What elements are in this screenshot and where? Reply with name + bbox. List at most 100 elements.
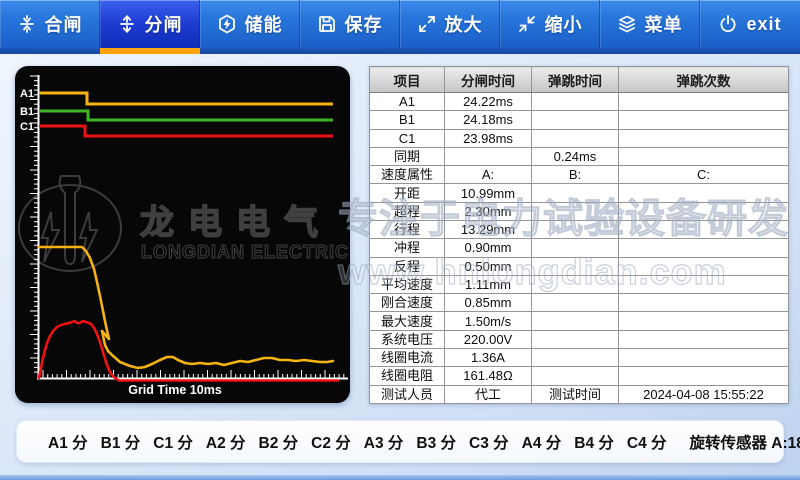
status-item: C3 分 — [469, 431, 509, 453]
table-row: 反程0.50mm — [370, 257, 789, 275]
row-value — [619, 312, 789, 330]
column-header: 弹跳时间 — [532, 67, 619, 93]
table-row: A124.22ms — [370, 93, 789, 111]
tab-close[interactable]: 合闸 — [0, 0, 100, 54]
status-item: C1 分 — [153, 431, 193, 453]
tab-label: 菜单 — [645, 11, 683, 37]
row-item-label: 速度属性 — [370, 166, 445, 184]
row-value: 1.36A — [445, 348, 532, 366]
status-item: C4 分 — [627, 431, 667, 453]
trace-a1 — [39, 93, 333, 104]
row-value — [532, 93, 619, 111]
row-item-label: 同期 — [370, 147, 445, 165]
table-row: C123.98ms — [370, 129, 789, 147]
tab-label: 缩小 — [545, 11, 583, 37]
tab-underline — [400, 48, 500, 54]
row-value: C: — [619, 166, 789, 184]
row-value — [619, 111, 789, 129]
status-bar: A1 分B1 分C1 分A2 分B2 分C2 分A3 分B3 分C3 分A4 分… — [16, 420, 784, 463]
row-value: 0.24ms — [532, 147, 619, 165]
tab-menu[interactable]: 菜单 — [600, 0, 700, 54]
tab-underline — [100, 48, 200, 54]
zoom-out-icon — [517, 14, 537, 34]
row-value: 220.00V — [445, 330, 532, 348]
row-value — [619, 184, 789, 202]
breaker-analyzer-screen: 合闸 分闸 储能 保存 放大 缩小 菜单 exit 龙电电气LONGDIAN ELECTRIC… — [0, 0, 800, 480]
status-item: A4 分 — [522, 431, 562, 453]
table-row: 系统电压220.00V — [370, 330, 789, 348]
row-item-label: 反程 — [370, 257, 445, 275]
row-value: 0.90mm — [445, 239, 532, 257]
tab-label: 放大 — [445, 11, 483, 37]
close-arrows-icon — [17, 14, 37, 34]
status-item: C2 分 — [311, 431, 351, 453]
row-value — [619, 294, 789, 312]
tab-label: exit — [746, 14, 781, 35]
row-item-label: 线圈电流 — [370, 348, 445, 366]
row-value — [532, 348, 619, 366]
exit-icon — [718, 14, 738, 34]
row-value — [619, 257, 789, 275]
tab-zoom-out[interactable]: 缩小 — [500, 0, 600, 54]
table-row: 刚合速度0.85mm — [370, 294, 789, 312]
row-value — [619, 93, 789, 111]
tab-open[interactable]: 分闸 — [100, 0, 200, 54]
tab-label: 保存 — [345, 11, 383, 37]
waveform-chart: 龙电电气LONGDIAN ELECTRICA1B1C1Grid Time 10m… — [15, 66, 350, 403]
channel-label: C1 — [20, 121, 34, 133]
row-value: 0.50mm — [445, 257, 532, 275]
table-header-row: 项目分闸时间弹跳时间弹跳次数 — [370, 67, 789, 93]
row-value — [619, 367, 789, 385]
status-item: A1 分 — [48, 431, 88, 453]
row-value — [532, 257, 619, 275]
menu-icon — [617, 14, 637, 34]
row-item-label: 最大速度 — [370, 312, 445, 330]
tab-underline — [200, 48, 300, 54]
row-value: 10.99mm — [445, 184, 532, 202]
row-value — [619, 129, 789, 147]
row-item-label: 开距 — [370, 184, 445, 202]
tab-underline — [500, 48, 600, 54]
travel-curve — [39, 247, 333, 368]
tab-label: 合闸 — [45, 11, 83, 37]
row-value — [445, 147, 532, 165]
row-value — [619, 147, 789, 165]
column-header: 弹跳次数 — [619, 67, 789, 93]
trace-b1 — [39, 111, 333, 120]
row-value: A: — [445, 166, 532, 184]
tab-label: 储能 — [245, 11, 283, 37]
current-curve — [39, 321, 338, 381]
row-item-label: 行程 — [370, 220, 445, 238]
row-value — [532, 367, 619, 385]
tab-zoom-in[interactable]: 放大 — [400, 0, 500, 54]
tab-energy-storage[interactable]: 储能 — [200, 0, 300, 54]
energy-icon — [217, 14, 237, 34]
row-value: 1.11mm — [445, 275, 532, 293]
tab-label: 分闸 — [145, 11, 183, 37]
measurement-table-wrap: 项目分闸时间弹跳时间弹跳次数 A124.22msB124.18msC123.98… — [369, 66, 788, 404]
table-row: 线圈电流1.36A — [370, 348, 789, 366]
row-value: B: — [532, 166, 619, 184]
status-item: B3 分 — [416, 431, 456, 453]
row-value — [619, 348, 789, 366]
row-value: 13.29mm — [445, 220, 532, 238]
row-item-label: 冲程 — [370, 239, 445, 257]
row-value — [619, 220, 789, 238]
table-row: 冲程0.90mm — [370, 239, 789, 257]
row-item-label: 测试人员 — [370, 385, 445, 404]
row-value — [619, 330, 789, 348]
row-value — [532, 330, 619, 348]
grid-time-label: Grid Time 10ms — [128, 383, 222, 397]
row-item-label: 超程 — [370, 202, 445, 220]
tab-underline — [700, 48, 800, 54]
toolbar: 合闸 分闸 储能 保存 放大 缩小 菜单 exit — [0, 0, 800, 54]
row-item-label: 刚合速度 — [370, 294, 445, 312]
row-value — [532, 111, 619, 129]
row-value — [532, 220, 619, 238]
row-value: 24.22ms — [445, 93, 532, 111]
tab-exit[interactable]: exit — [700, 0, 800, 54]
channel-label: A1 — [20, 88, 34, 100]
table-row: 超程2.30mm — [370, 202, 789, 220]
tab-save[interactable]: 保存 — [300, 0, 400, 54]
longdian-logo-watermark — [19, 176, 121, 271]
